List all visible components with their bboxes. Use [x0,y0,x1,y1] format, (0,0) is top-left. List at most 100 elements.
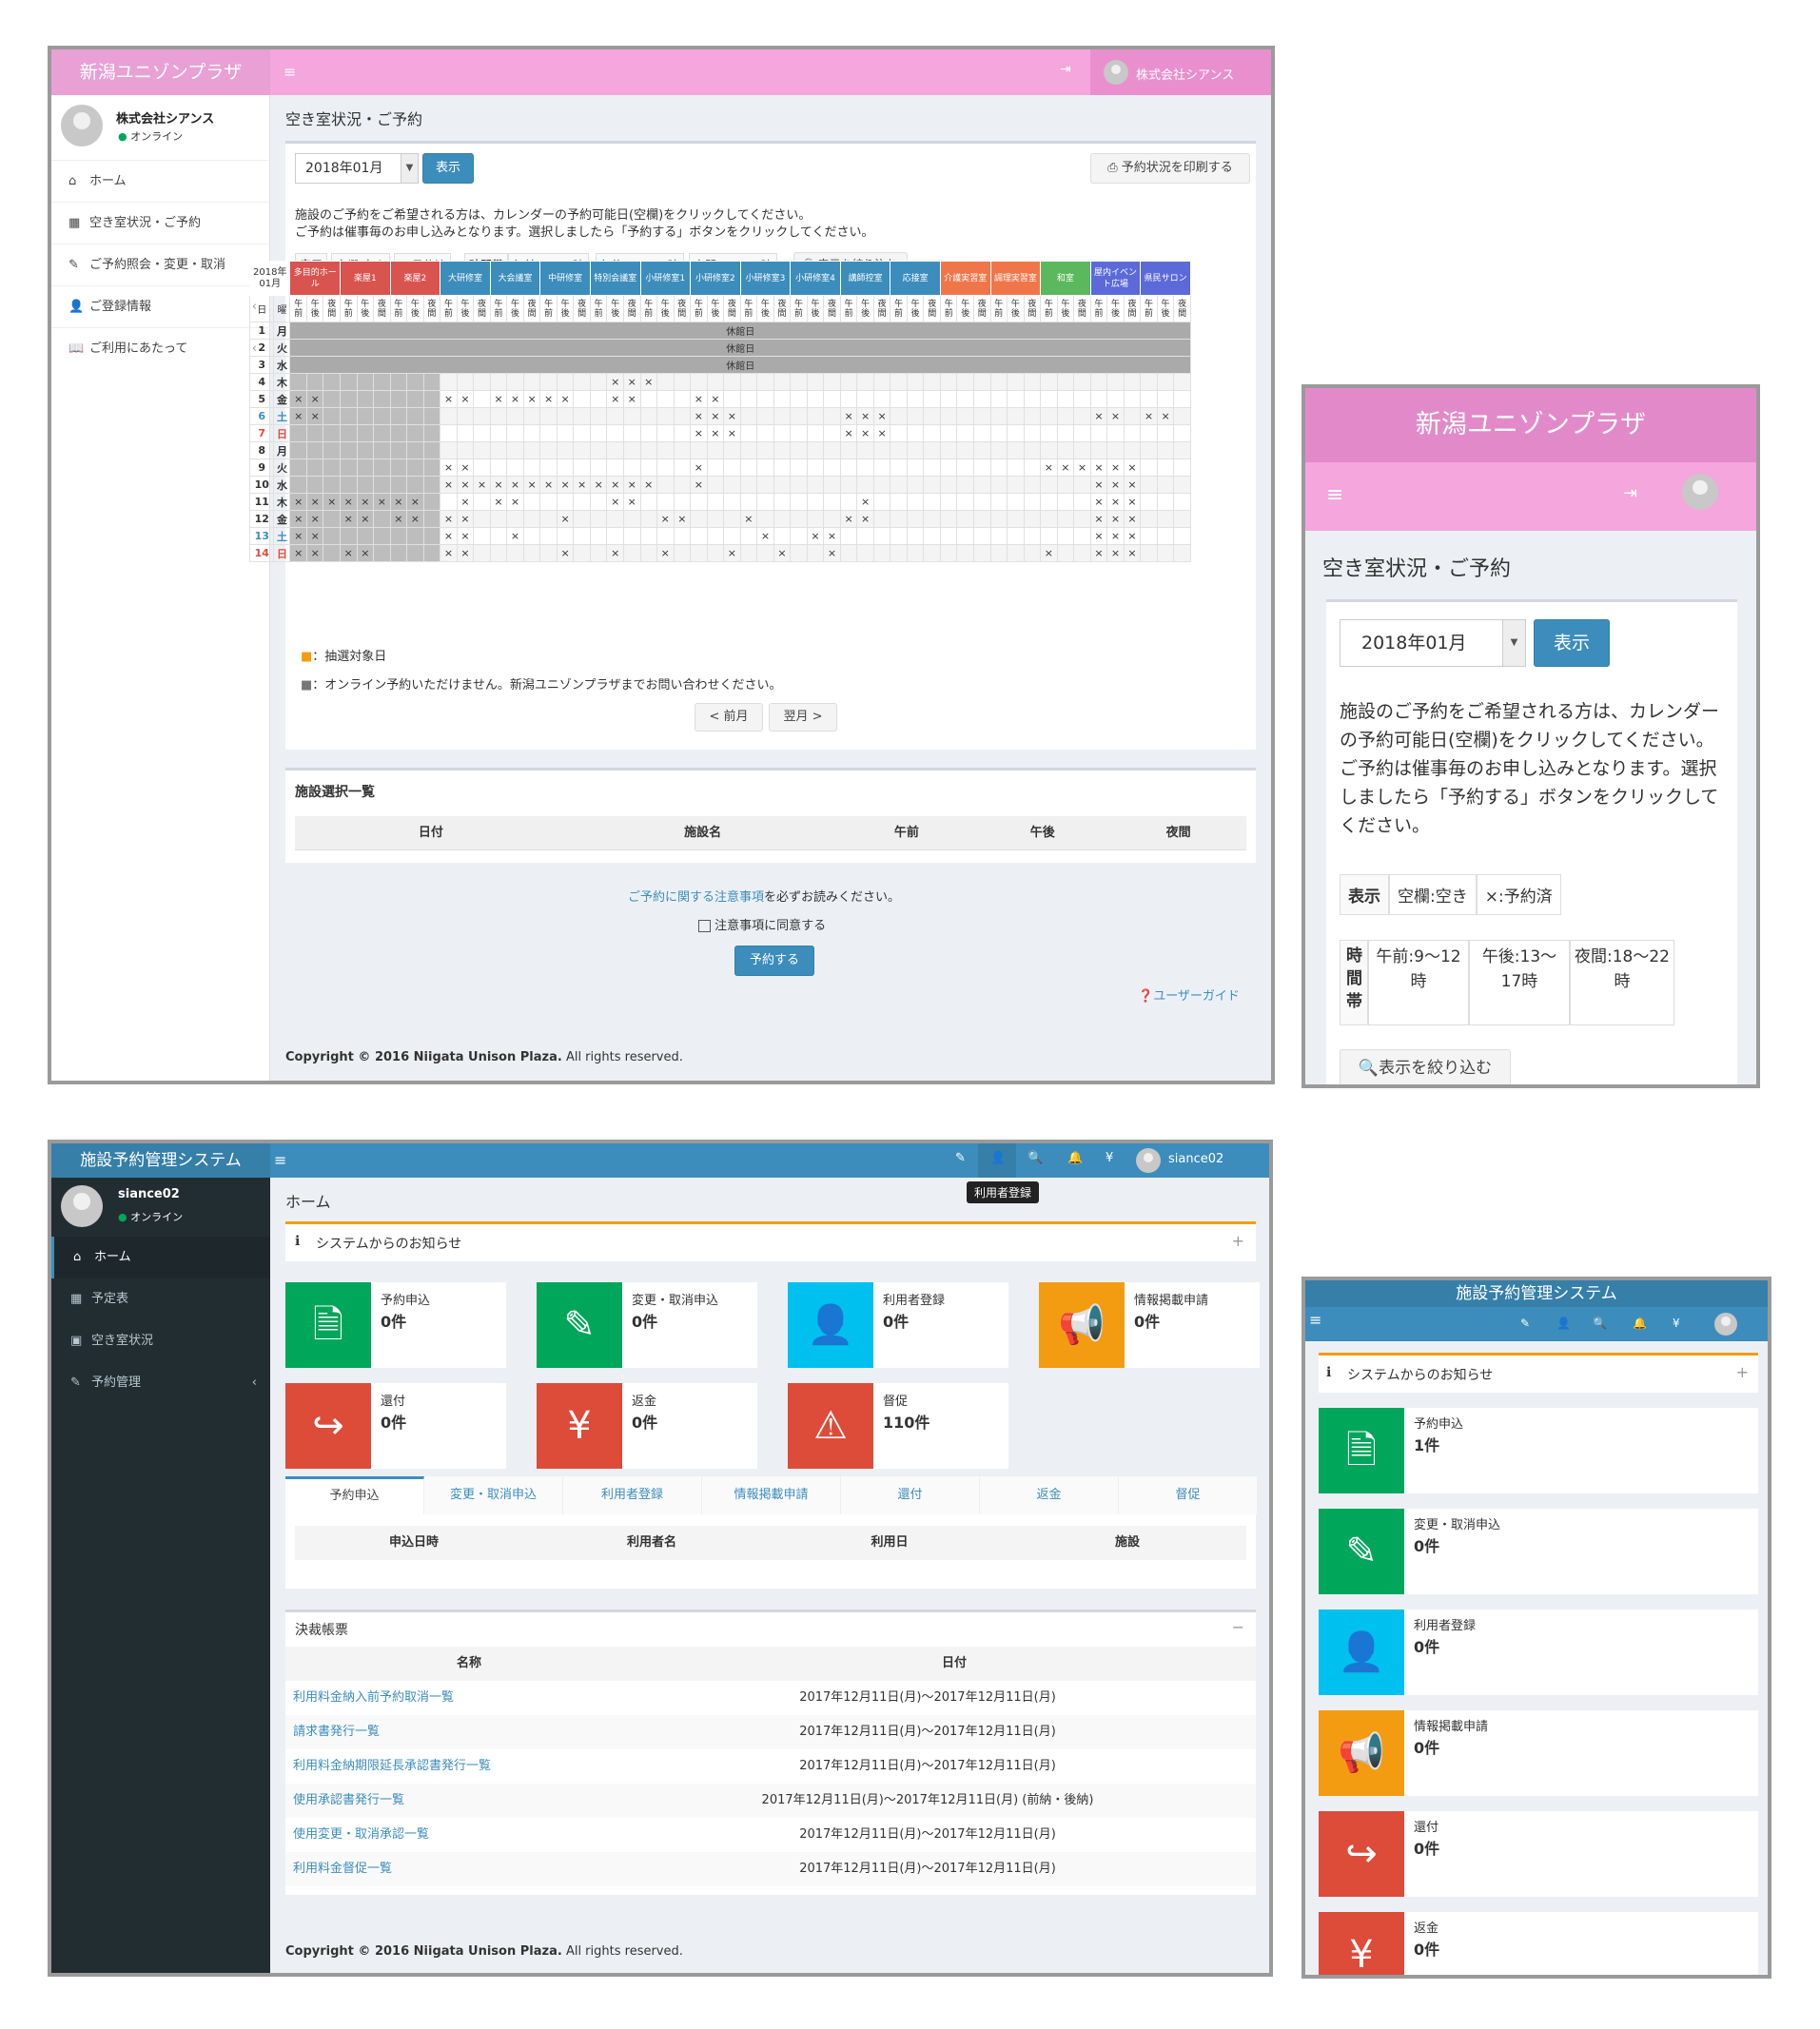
slot-cell[interactable]: × [622,476,641,494]
slot-cell[interactable] [1023,544,1042,562]
stat-box[interactable]: 📢 情報掲載申請 0件 [1039,1282,1260,1368]
slot-cell[interactable] [823,407,841,425]
slot-cell[interactable] [723,527,741,545]
sidebar-item[interactable]: ▦ 空き室状況・ご予約 [51,202,270,244]
slot-cell[interactable]: × [522,390,541,408]
slot-cell[interactable] [573,373,591,391]
slot-cell[interactable]: × [440,544,458,562]
slot-cell[interactable] [989,373,1008,391]
slot-cell[interactable] [522,493,541,511]
slot-cell[interactable] [622,510,641,528]
slot-cell[interactable]: × [356,493,375,511]
slot-cell[interactable] [956,407,974,425]
slot-cell[interactable] [823,441,841,459]
slot-cell[interactable] [506,407,524,425]
slot-cell[interactable]: × [305,510,324,528]
stat-box[interactable]: ⚠ 督促 110件 [788,1383,1008,1469]
slot-cell[interactable] [906,510,925,528]
slot-cell[interactable] [973,476,991,494]
slot-cell[interactable] [806,441,825,459]
slot-cell[interactable]: × [340,510,358,528]
slot-cell[interactable]: × [440,527,458,545]
slot-cell[interactable] [556,527,575,545]
slot-cell[interactable] [422,424,441,442]
slot-cell[interactable] [806,510,825,528]
slot-cell[interactable] [489,441,508,459]
slot-cell[interactable]: × [539,476,558,494]
slot-cell[interactable] [890,441,908,459]
slot-cell[interactable]: × [706,407,725,425]
expand-icon[interactable]: + [1736,1363,1749,1381]
slot-cell[interactable]: × [1089,476,1108,494]
slot-cell[interactable]: × [1123,544,1142,562]
slot-cell[interactable] [1040,407,1058,425]
slot-cell[interactable] [356,458,375,477]
slot-cell[interactable]: × [823,544,841,562]
yen-icon[interactable]: ¥ [1106,1151,1113,1165]
slot-cell[interactable] [422,441,441,459]
slot-cell[interactable] [473,527,491,545]
slot-cell[interactable] [839,441,858,459]
slot-cell[interactable] [1106,441,1125,459]
slot-cell[interactable]: × [690,424,708,442]
slot-cell[interactable]: × [539,390,558,408]
slot-cell[interactable]: × [389,510,408,528]
slot-cell[interactable]: × [440,390,458,408]
slot-cell[interactable] [906,407,925,425]
slot-cell[interactable] [1173,407,1191,425]
slot-cell[interactable] [506,441,524,459]
slot-cell[interactable] [923,510,941,528]
slot-cell[interactable] [1040,390,1058,408]
app-logo[interactable]: 施設予約管理システム [51,1143,270,1178]
slot-cell[interactable] [340,441,358,459]
slot-cell[interactable] [890,373,908,391]
slot-cell[interactable] [406,390,424,408]
slot-cell[interactable] [1023,510,1042,528]
slot-cell[interactable] [923,373,941,391]
slot-cell[interactable] [556,373,575,391]
slot-cell[interactable] [1073,476,1091,494]
slot-cell[interactable] [839,458,858,477]
slot-cell[interactable] [956,424,974,442]
slot-cell[interactable] [1140,493,1158,511]
slot-cell[interactable] [1156,510,1175,528]
slot-cell[interactable] [1073,424,1091,442]
slot-cell[interactable]: × [456,510,475,528]
show-button[interactable]: 表示 [1534,619,1610,667]
slot-cell[interactable]: × [1106,476,1125,494]
slot-cell[interactable] [839,390,858,408]
filter-button[interactable]: 🔍表示を絞り込む [1340,1049,1511,1084]
slot-cell[interactable] [323,510,342,528]
slot-cell[interactable]: × [389,493,408,511]
stat-box[interactable]: ¥ 返金 0件 [537,1383,757,1469]
slot-cell[interactable]: × [456,476,475,494]
slot-cell[interactable] [723,390,741,408]
slot-cell[interactable] [589,390,608,408]
slot-cell[interactable] [340,527,358,545]
slot-cell[interactable] [706,476,725,494]
slot-cell[interactable] [622,544,641,562]
slot-cell[interactable] [890,544,908,562]
slot-cell[interactable]: × [1056,458,1075,477]
tab[interactable]: 変更・取消申込 [424,1476,563,1514]
slot-cell[interactable] [473,390,491,408]
search-icon[interactable]: 🔍 [1027,1151,1043,1165]
slot-cell[interactable] [673,390,692,408]
slot-cell[interactable] [440,424,458,442]
slot-cell[interactable] [456,441,475,459]
slot-cell[interactable] [1056,441,1075,459]
slot-cell[interactable] [422,390,441,408]
slot-cell[interactable]: × [556,390,575,408]
slot-cell[interactable]: × [1040,544,1058,562]
slot-cell[interactable] [890,510,908,528]
slot-cell[interactable] [522,544,541,562]
slot-cell[interactable]: × [690,476,708,494]
slot-cell[interactable] [440,493,458,511]
prev-month-button[interactable]: < 前月 [695,703,763,732]
slot-cell[interactable] [1023,527,1042,545]
slot-cell[interactable]: × [305,544,324,562]
slot-cell[interactable]: × [406,510,424,528]
slot-cell[interactable] [506,544,524,562]
slot-cell[interactable] [906,424,925,442]
slot-cell[interactable] [1056,527,1075,545]
